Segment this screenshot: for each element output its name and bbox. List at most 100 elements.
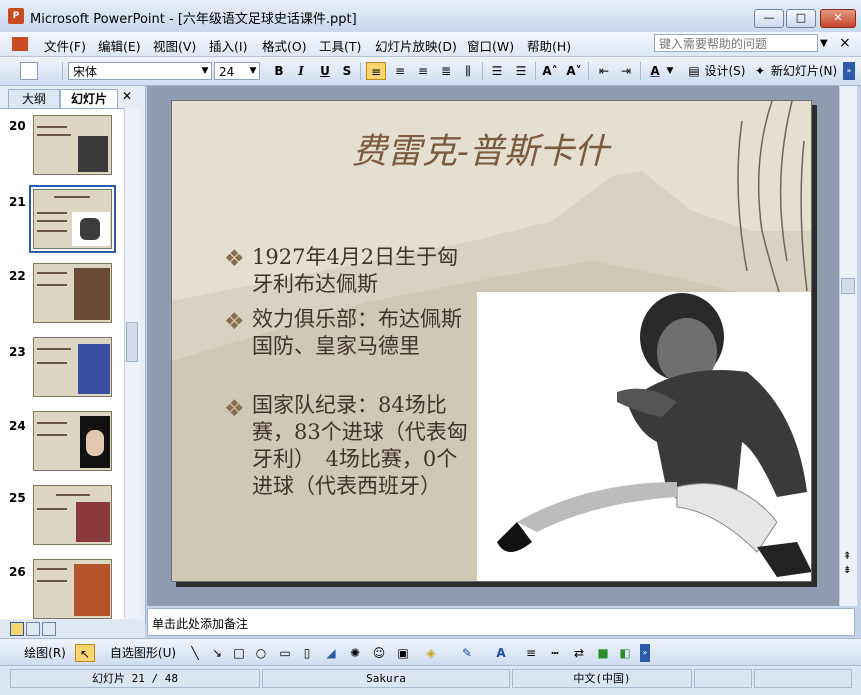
shadow-style-icon[interactable]: ■ (594, 644, 612, 662)
line-color-icon[interactable]: ✎ (456, 644, 478, 662)
thumbnail-scrollbar[interactable] (124, 108, 140, 618)
minimize-button[interactable]: — (754, 9, 784, 28)
increase-font-icon[interactable]: A˄ (540, 62, 560, 80)
new-slide-button[interactable]: 新幻灯片(N) (769, 62, 839, 80)
autoshapes-button[interactable]: 自选图形(U) (104, 644, 182, 662)
arrow-style-icon[interactable]: ⇄ (570, 644, 588, 662)
bullet-list-icon[interactable]: ☰ (511, 62, 531, 80)
clipart-icon[interactable]: ☺ (370, 644, 388, 662)
menu-help[interactable]: 帮助(H) (527, 36, 571, 55)
slide-number: 21 (9, 195, 26, 209)
textbox-icon[interactable]: ▭ (276, 644, 294, 662)
toolbar-separator (588, 62, 589, 80)
tab-outline[interactable]: 大纲 (8, 89, 60, 108)
slide-thumbnail[interactable] (33, 411, 112, 471)
vertical-textbox-icon[interactable]: ▯ (298, 644, 316, 662)
picture-icon[interactable]: ▣ (394, 644, 412, 662)
dash-style-icon[interactable]: ┅ (546, 644, 564, 662)
menu-format[interactable]: 格式(O) (262, 36, 307, 55)
notes-placeholder[interactable]: 单击此处添加备注 (152, 615, 248, 632)
menu-window[interactable]: 窗口(W) (467, 36, 514, 55)
new-document-icon[interactable] (20, 62, 38, 80)
next-slide-icon[interactable]: ⇟ (843, 566, 851, 576)
bullet-diamond-icon: ❖ (224, 309, 245, 335)
status-empty-cell (694, 669, 752, 688)
draw-menu-button[interactable]: 绘图(R) (18, 644, 72, 662)
maximize-button[interactable]: □ (786, 9, 816, 28)
scroll-thumb[interactable] (841, 278, 855, 294)
diagram-icon[interactable]: ✺ (346, 644, 364, 662)
rectangle-icon[interactable]: □ (230, 644, 248, 662)
slide-thumbnail[interactable] (33, 337, 112, 397)
slide-canvas[interactable]: 费雷克-普斯卡什 ❖ 1927年4月2日生于匈牙利布达佩斯 ❖ 效力俱乐部：布达… (171, 100, 812, 582)
font-name-select[interactable]: 宋体 (68, 62, 212, 80)
underline-button[interactable]: U (316, 62, 334, 80)
numbered-list-icon[interactable]: ☰ (487, 62, 507, 80)
powerpoint-app-icon[interactable]: P (8, 8, 24, 24)
vertical-distribute-icon[interactable]: ⫼ (458, 62, 478, 80)
design-template-name: Sakura (262, 669, 510, 688)
oval-icon[interactable]: ○ (252, 644, 270, 662)
arrow-icon[interactable]: ↘ (208, 644, 226, 662)
document-icon[interactable] (12, 37, 28, 51)
menu-file[interactable]: 文件(F) (44, 36, 86, 55)
select-arrow-icon[interactable]: ↖ (75, 644, 95, 662)
thumbnail-text-line (37, 134, 71, 136)
menu-insert[interactable]: 插入(I) (209, 36, 247, 55)
line-style-icon[interactable]: ≡ (522, 644, 540, 662)
bold-button[interactable]: B (270, 62, 288, 80)
close-document-button[interactable]: × (839, 35, 851, 51)
slide-thumbnail[interactable] (33, 485, 112, 545)
slide-thumbnail-selected[interactable] (33, 189, 112, 249)
menu-edit[interactable]: 编辑(E) (98, 36, 141, 55)
slide-sorter-icon[interactable] (26, 622, 40, 636)
toolbar-options-icon[interactable]: » (640, 644, 650, 662)
slide-thumbnail[interactable] (33, 559, 112, 619)
slide-scrollbar[interactable]: ⇞ ⇟ (839, 86, 857, 606)
align-center-icon[interactable]: ≡ (390, 62, 410, 80)
bullet-text[interactable]: 效力俱乐部：布达佩斯国防、皇家马德里 (252, 306, 474, 360)
line-icon[interactable]: ╲ (186, 644, 204, 662)
player-photo[interactable] (477, 292, 811, 581)
toolbar-options-icon[interactable]: » (843, 62, 855, 80)
slide-thumbnail[interactable] (33, 115, 112, 175)
view-buttons (0, 620, 145, 638)
drawing-toolbar: 绘图(R) ↖ 自选图形(U) ╲ ↘ □ ○ ▭ ▯ ◢ ✺ ☺ ▣ ◈ ✎ … (0, 638, 861, 665)
slide-title[interactable]: 费雷克-普斯卡什 (352, 123, 609, 174)
tab-slides[interactable]: 幻灯片 (60, 89, 118, 108)
italic-button[interactable]: I (292, 62, 310, 80)
increase-indent-icon[interactable]: ⇥ (616, 62, 636, 80)
scroll-thumb[interactable] (126, 322, 138, 362)
align-left-icon[interactable]: ≡ (366, 62, 386, 80)
bullet-text[interactable]: 国家队纪录：84场比赛，83个进球（代表匈牙利） 4场比赛，0个进球（代表西班牙… (252, 392, 474, 500)
shadow-button[interactable]: S (338, 62, 356, 80)
bullet-text[interactable]: 1927年4月2日生于匈牙利布达佩斯 (252, 244, 474, 298)
chevron-down-icon[interactable]: ▼ (247, 62, 259, 80)
help-search-input[interactable]: 键入需要帮助的问题 (654, 34, 818, 52)
slide-thumbnail[interactable] (33, 263, 112, 323)
decrease-font-icon[interactable]: A˅ (564, 62, 584, 80)
align-right-icon[interactable]: ≡ (413, 62, 433, 80)
chevron-down-icon[interactable]: ▼ (665, 62, 675, 80)
normal-view-icon[interactable] (10, 622, 24, 636)
notes-pane[interactable]: 单击此处添加备注 (147, 608, 855, 636)
wordart-icon[interactable]: ◢ (322, 644, 340, 662)
menu-slideshow[interactable]: 幻灯片放映(D) (375, 36, 457, 55)
previous-slide-icon[interactable]: ⇞ (843, 552, 851, 562)
close-button[interactable]: ✕ (820, 9, 856, 28)
menu-tools[interactable]: 工具(T) (319, 36, 361, 55)
menu-view[interactable]: 视图(V) (153, 36, 196, 55)
toolbar-separator (62, 62, 63, 80)
font-color-button[interactable]: A (645, 62, 665, 80)
fill-color-icon[interactable]: ◈ (420, 644, 442, 662)
chevron-down-icon[interactable]: ▼ (199, 62, 211, 80)
thumbnail-title-line (54, 196, 90, 198)
slideshow-icon[interactable] (42, 622, 56, 636)
design-button[interactable]: 设计(S) (704, 62, 746, 80)
close-pane-button[interactable]: ✕ (122, 89, 132, 103)
help-dropdown-icon[interactable]: ▼ (820, 38, 828, 49)
font-color-icon[interactable]: A (490, 644, 512, 662)
3d-style-icon[interactable]: ◧ (616, 644, 634, 662)
distribute-icon[interactable]: ≣ (436, 62, 456, 80)
decrease-indent-icon[interactable]: ⇤ (594, 62, 614, 80)
